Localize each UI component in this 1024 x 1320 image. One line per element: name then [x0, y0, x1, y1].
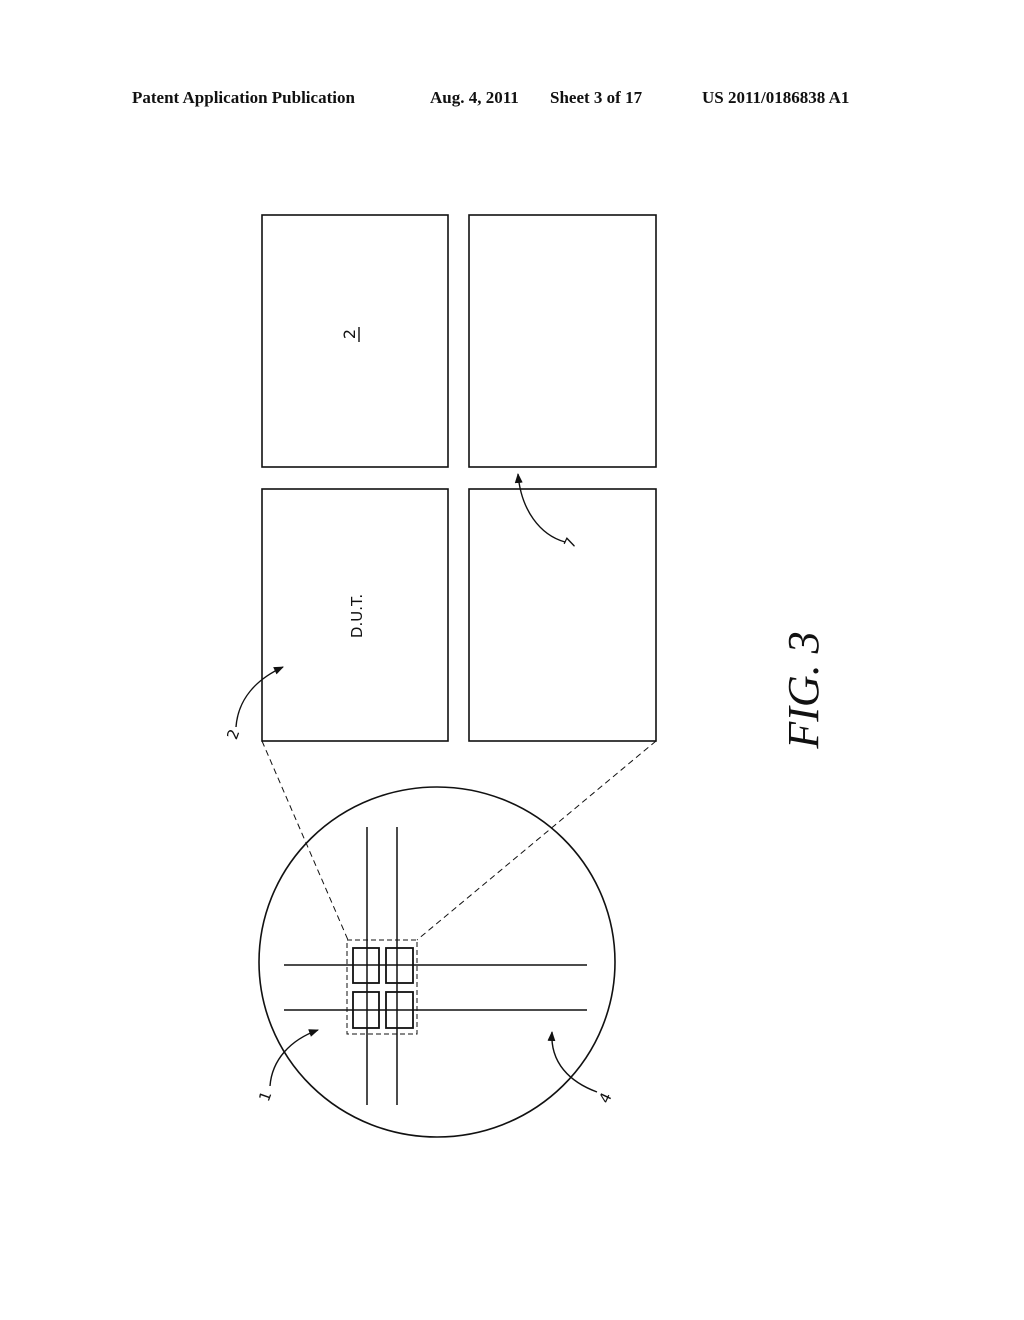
patent-drawing: 2 D.U.T. 2 7 1 4 FIG. 3	[223, 214, 828, 1138]
die-top-left	[261, 214, 449, 468]
selection-box	[346, 939, 418, 1035]
ref-1-label: 1	[255, 1089, 275, 1104]
ref-4-label: 4	[595, 1090, 615, 1106]
ref-2-leader	[235, 666, 284, 728]
die-top-right	[468, 214, 657, 468]
wafer-circle	[258, 786, 616, 1138]
figure-caption: FIG. 3	[779, 631, 828, 749]
die-bottom-right	[468, 488, 657, 742]
ref-2-label: 2	[223, 727, 243, 742]
projection-line-right	[416, 740, 657, 941]
ref-4-leader	[547, 1031, 598, 1093]
ref-7-label: 7	[560, 535, 580, 551]
dut-label: D.U.T.	[348, 594, 366, 638]
die-ref-label: 2	[340, 329, 359, 339]
projection-line-left	[261, 740, 349, 941]
ref-7-leader	[514, 473, 566, 543]
